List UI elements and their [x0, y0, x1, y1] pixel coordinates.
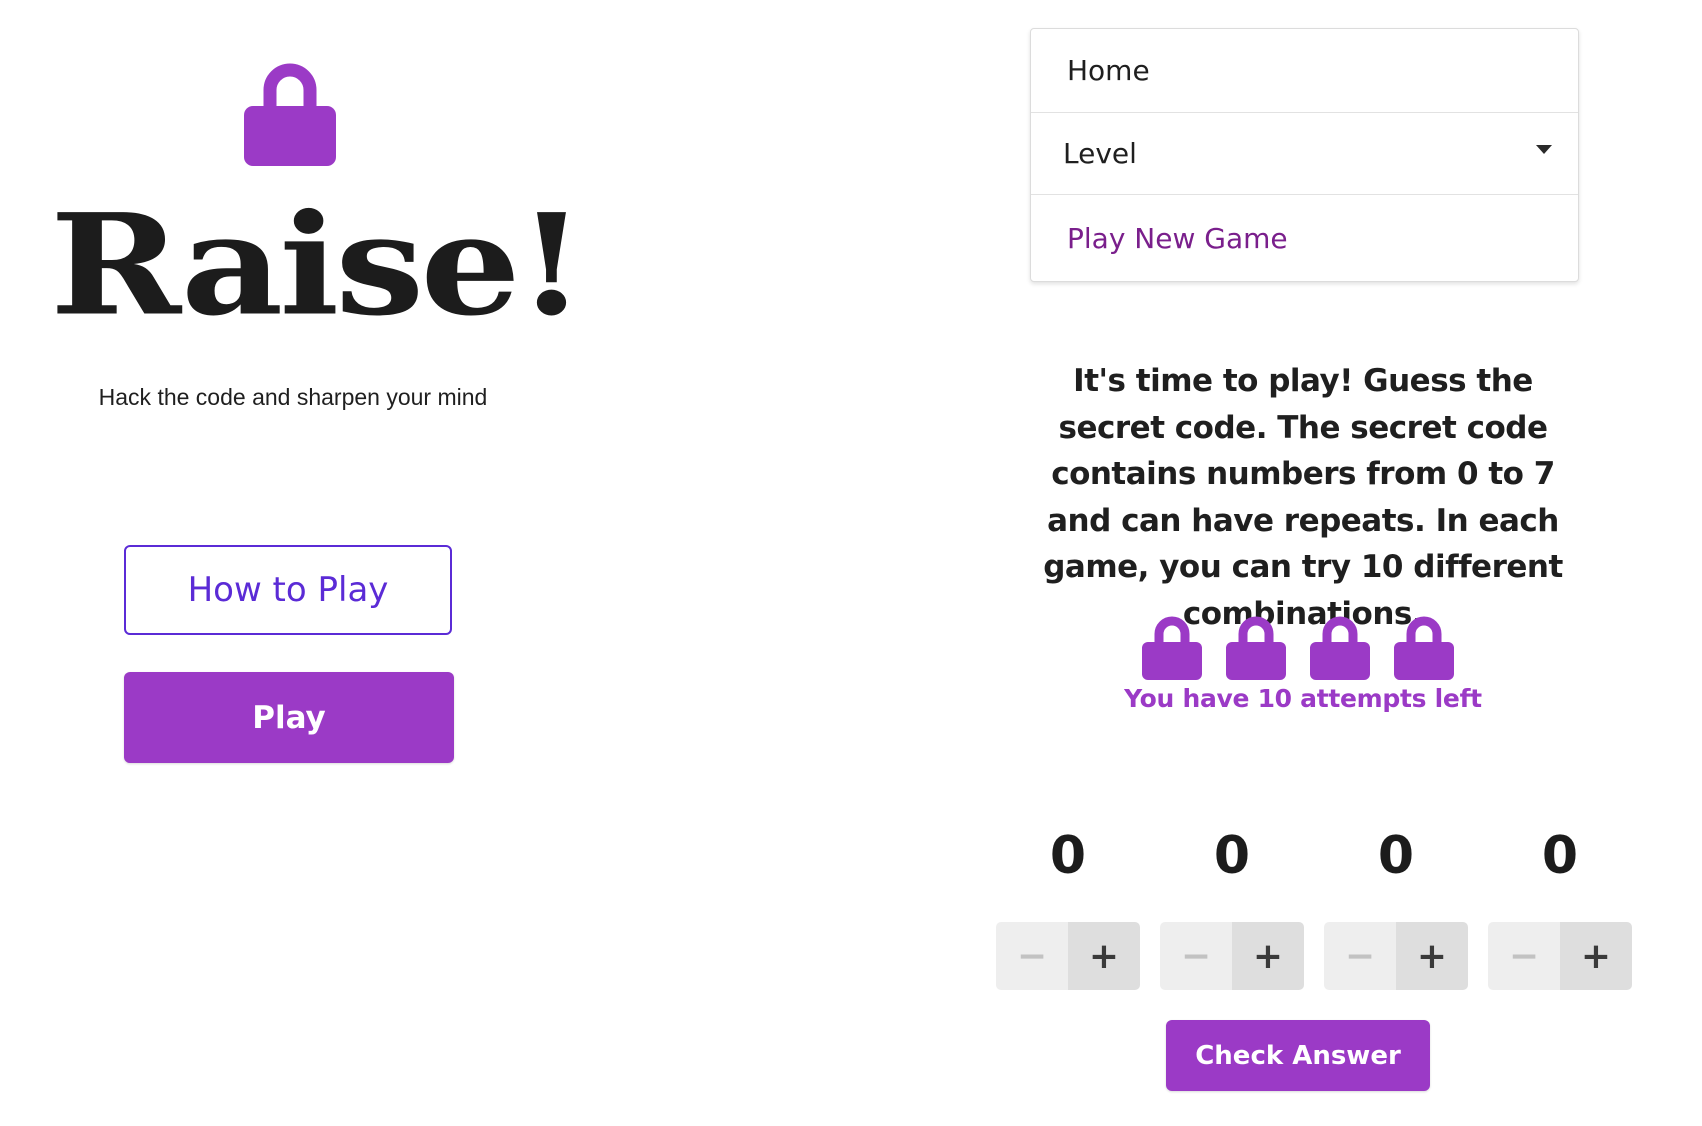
menu-item-play-new-game[interactable]: Play New Game [1031, 195, 1578, 281]
menu-item-play-new-game-label: Play New Game [1067, 221, 1288, 255]
decrement-button[interactable]: − [1488, 922, 1560, 990]
digit-2-stepper: − + [1160, 922, 1304, 990]
lock-icon [1142, 616, 1202, 680]
attempts-remaining: You have 10 attempts left [1124, 684, 1482, 713]
code-digit-1: 0 [1049, 826, 1087, 886]
brand-title: Raise! [50, 184, 586, 347]
game-instructions: It's time to play! Guess the secret code… [1043, 363, 1563, 632]
decrement-button[interactable]: − [996, 922, 1068, 990]
code-digit-3: 0 [1377, 826, 1415, 886]
check-answer-button[interactable]: Check Answer [1166, 1020, 1430, 1091]
lock-icon [1226, 616, 1286, 680]
digit-1-stepper: − + [996, 922, 1140, 990]
lock-icon [1394, 616, 1454, 680]
lock-icon [244, 63, 336, 166]
menu-item-home-label: Home [1067, 54, 1150, 87]
increment-button[interactable]: + [1232, 922, 1304, 990]
decrement-button[interactable]: − [1324, 922, 1396, 990]
lock-row [1142, 614, 1462, 680]
lock-icon [1310, 616, 1370, 680]
increment-button[interactable]: + [1396, 922, 1468, 990]
menu-item-level-dropdown[interactable]: Level [1031, 113, 1578, 195]
nav-menu: Home Level Play New Game [1030, 28, 1579, 282]
menu-item-home[interactable]: Home [1031, 29, 1578, 113]
code-digit-4: 0 [1541, 826, 1579, 886]
code-digit-2: 0 [1213, 826, 1251, 886]
caret-down-icon [1536, 145, 1552, 154]
digit-4-stepper: − + [1488, 922, 1632, 990]
landing-panel: Raise! Hack the code and sharpen your mi… [0, 0, 600, 1126]
menu-item-level-label: Level [1063, 137, 1137, 170]
play-button[interactable]: Play [124, 672, 454, 763]
page: Raise! Hack the code and sharpen your mi… [0, 0, 1702, 1126]
increment-button[interactable]: + [1560, 922, 1632, 990]
increment-button[interactable]: + [1068, 922, 1140, 990]
digit-3-stepper: − + [1324, 922, 1468, 990]
decrement-button[interactable]: − [1160, 922, 1232, 990]
how-to-play-button[interactable]: How to Play [124, 545, 452, 635]
tagline: Hack the code and sharpen your mind [98, 384, 488, 410]
